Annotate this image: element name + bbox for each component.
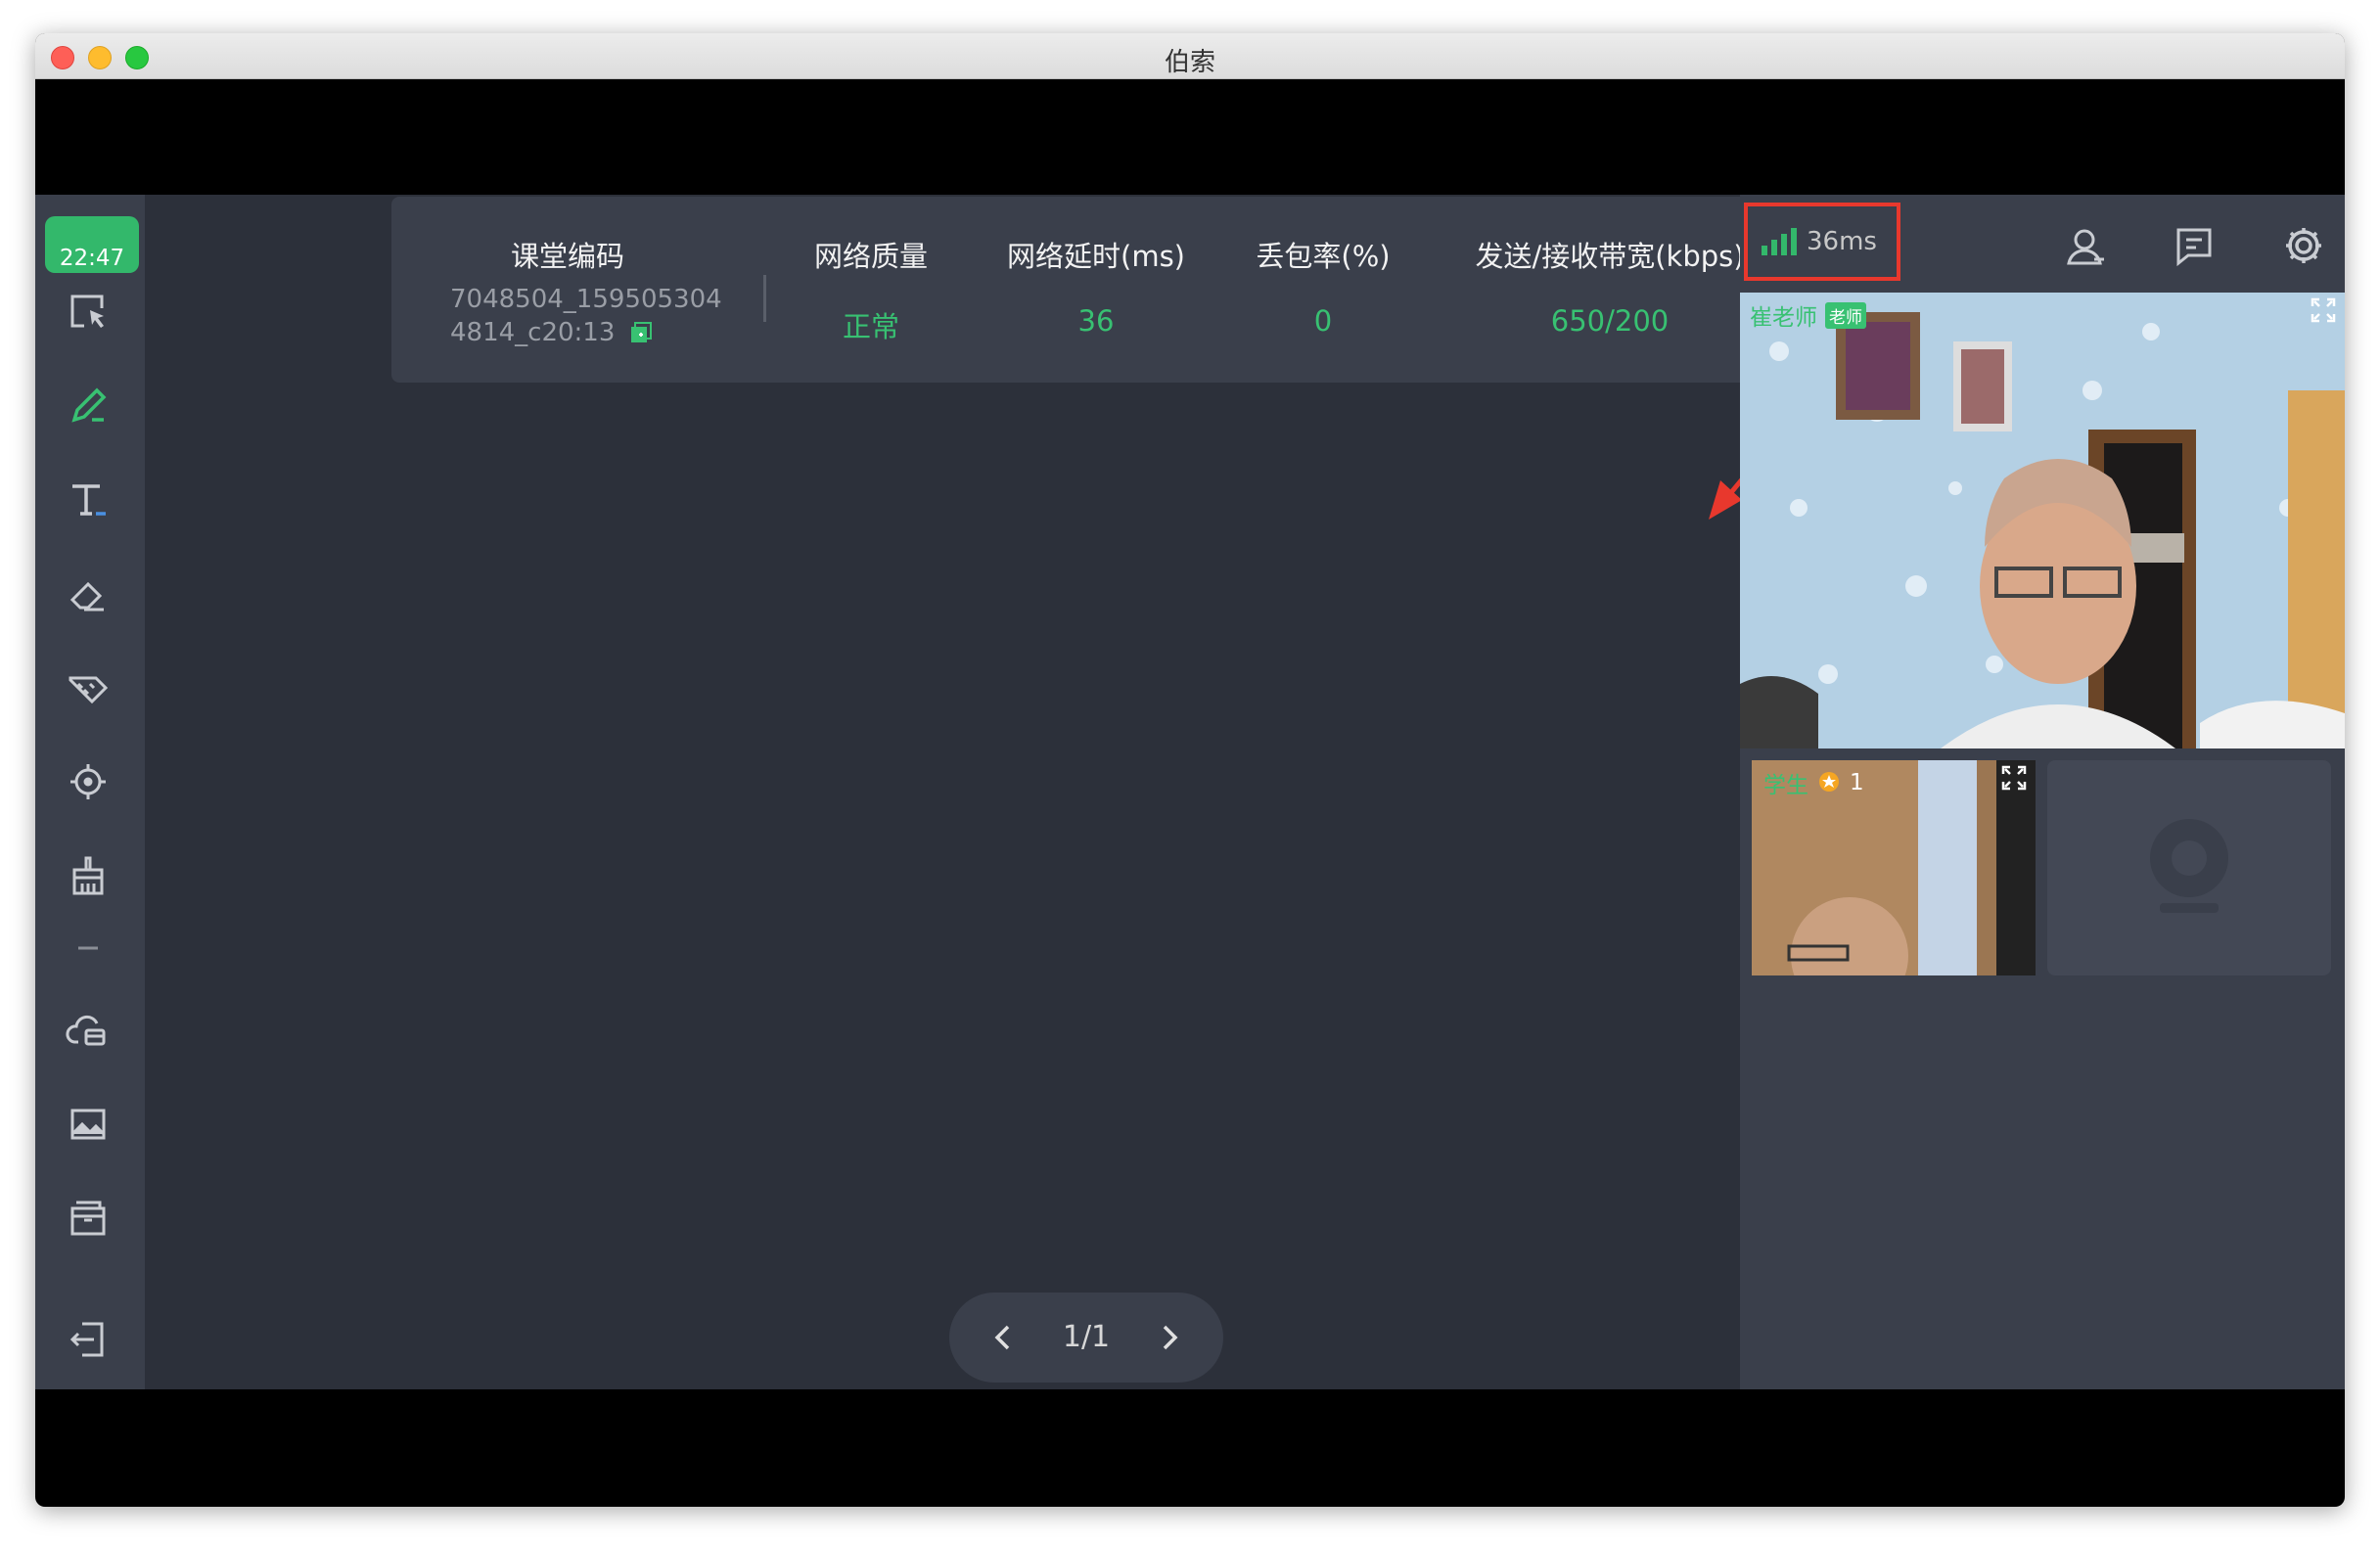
teacher-camera-feed: [1740, 293, 2345, 748]
expand-icon: [2001, 765, 2027, 791]
whiteboard-area[interactable]: 课堂编码 7048504_159505304 4814_c20:13 网络质量 …: [145, 195, 1789, 1389]
cloud-drive-icon: [66, 1015, 106, 1046]
student-label: 学生 1: [1763, 766, 1864, 799]
app-window: 伯索 22:47 课堂编码 7048504_159505304 4814_c20…: [35, 33, 2345, 1507]
copy-icon[interactable]: [629, 321, 653, 344]
classroom-app: 22:47 课堂编码 7048504_159505304 4814_c20:13…: [35, 195, 2345, 1389]
laser-pointer-tool[interactable]: [59, 752, 117, 811]
stats-value-latency: 36: [1077, 304, 1115, 338]
student-fullscreen-button[interactable]: [1998, 762, 2030, 794]
stats-header-bandwidth: 发送/接收带宽(kbps): [1475, 240, 1745, 273]
ruler-tool[interactable]: [59, 658, 117, 717]
expand-icon: [2311, 297, 2336, 323]
student-video[interactable]: 学生 1: [1752, 760, 2036, 975]
chat-button[interactable]: [2171, 222, 2218, 269]
gear-icon: [2286, 228, 2321, 263]
members-button[interactable]: [2063, 222, 2110, 269]
teacher-video[interactable]: 崔老师 老师: [1740, 293, 2345, 748]
toolbar-separator: [59, 919, 117, 977]
stats-header-latency: 网络延时(ms): [1007, 240, 1185, 273]
teacher-name: 崔老师: [1750, 305, 1817, 331]
archive-icon: [70, 1201, 106, 1236]
chevron-left-icon: [994, 1325, 1010, 1350]
settings-button[interactable]: [2280, 222, 2327, 269]
clear-board-tool[interactable]: [59, 846, 117, 905]
student-stars: 1: [1850, 770, 1864, 795]
laser-pointer-icon: [70, 764, 106, 799]
eraser-icon: [69, 581, 104, 612]
stats-value-bandwidth: 650/200: [1550, 304, 1670, 338]
prev-page-button[interactable]: [981, 1315, 1026, 1360]
whiteboard-toolbar: 22:47: [35, 195, 145, 1389]
stats-value-quality: 正常: [842, 310, 899, 343]
signal-strength-icon: [1762, 228, 1797, 255]
network-latency-text: 36ms: [1807, 227, 1877, 256]
select-tool[interactable]: [59, 283, 117, 341]
camera-placeholder-icon: [2150, 819, 2228, 913]
class-code-line1: 7048504_159505304: [450, 285, 722, 314]
image-tool[interactable]: [59, 1095, 117, 1154]
student-name: 学生: [1763, 773, 1808, 798]
class-code-line2-text: 4814_c20:13: [450, 318, 616, 347]
teacher-fullscreen-button[interactable]: [2308, 295, 2339, 326]
exit-icon: [69, 1322, 104, 1357]
page-indicator: 1/1: [1062, 1320, 1111, 1354]
text-tool[interactable]: [59, 471, 117, 529]
stats-header-code: 课堂编码: [510, 240, 624, 273]
ruler-icon: [69, 676, 109, 704]
next-page-button[interactable]: [1147, 1315, 1192, 1360]
text-icon: [72, 484, 106, 516]
window-title: 伯索: [1164, 48, 1215, 77]
cloud-drive-tool[interactable]: [59, 1001, 117, 1060]
stats-header-loss: 丢包率(%): [1256, 240, 1391, 273]
select-icon: [70, 295, 104, 328]
empty-video-seat: [2047, 760, 2331, 975]
network-stats-popup: 课堂编码 7048504_159505304 4814_c20:13 网络质量 …: [391, 197, 1789, 383]
teacher-tag: 老师: [1825, 301, 1866, 329]
eraser-tool[interactable]: [59, 565, 117, 623]
page-navigator: 1/1: [949, 1293, 1223, 1383]
stats-value-loss: 0: [1313, 304, 1333, 338]
chat-icon: [2176, 228, 2212, 267]
stats-header-quality: 网络质量: [813, 240, 928, 273]
chevron-right-icon: [1163, 1325, 1178, 1350]
star-badge-icon: [1819, 772, 1839, 792]
pen-tool[interactable]: [59, 377, 117, 435]
archive-tool[interactable]: [59, 1189, 117, 1247]
video-panel: 36ms 崔老师 老师 学生 1: [1740, 195, 2345, 1389]
network-indicator[interactable]: 36ms: [1744, 203, 1900, 281]
stats-divider: [763, 275, 766, 322]
title-bar: 伯索: [35, 33, 2345, 79]
clear-board-icon: [72, 856, 104, 895]
user-icon: [2067, 229, 2104, 265]
exit-tool[interactable]: [59, 1310, 117, 1369]
class-code-line2: 4814_c20:13: [450, 318, 653, 347]
pen-icon: [71, 387, 107, 423]
image-icon: [70, 1109, 106, 1140]
teacher-label: 崔老师 老师: [1750, 298, 1866, 332]
class-clock: 22:47: [45, 216, 139, 273]
